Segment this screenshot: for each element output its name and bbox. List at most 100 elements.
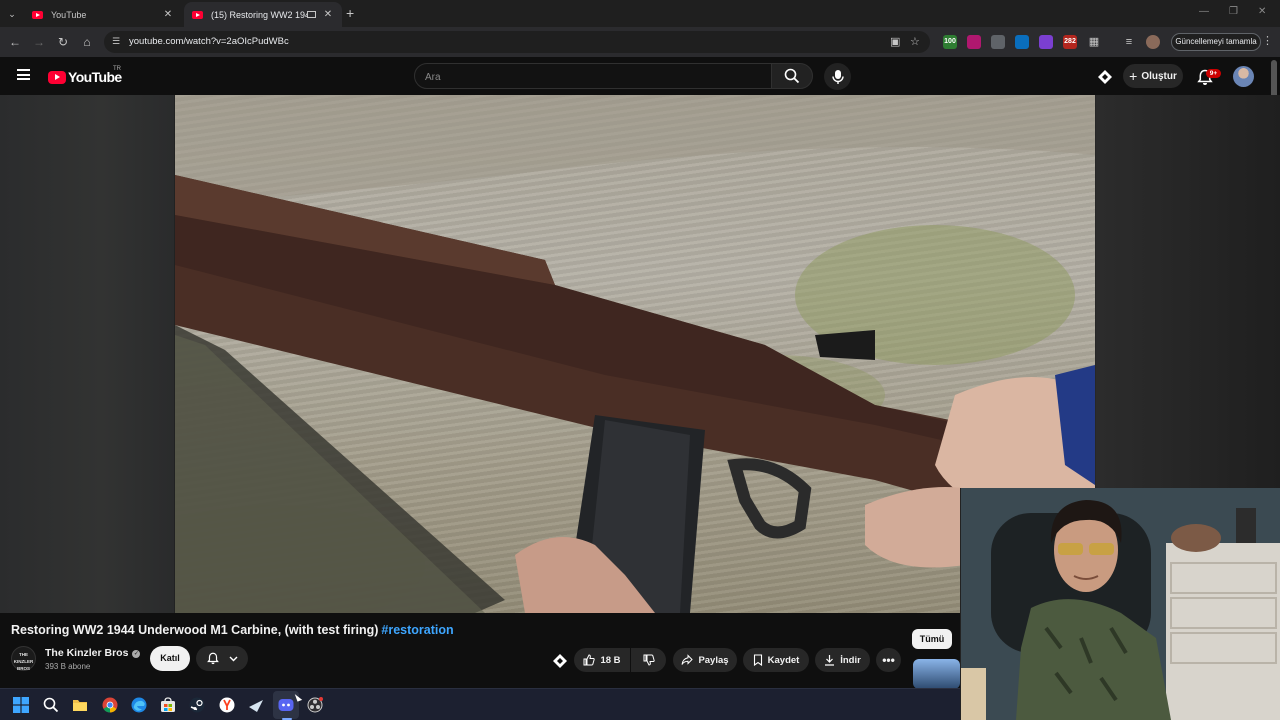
mask-extension-icon[interactable] [991, 35, 1005, 49]
minimize-button[interactable]: — [1199, 6, 1209, 17]
create-label: Oluştur [1141, 70, 1177, 82]
youtube-logo[interactable]: YouTube [48, 69, 122, 85]
like-count: 18 B [600, 654, 621, 666]
channel-name[interactable]: The Kinzler Bros ✓ [45, 647, 141, 659]
download-icon [825, 655, 835, 666]
bookmark-star-icon[interactable]: ☆ [910, 35, 920, 48]
sparkle-ai-icon[interactable] [552, 653, 568, 669]
region-code: TR [113, 66, 121, 72]
search-button[interactable] [771, 63, 813, 89]
tab-title: YouTube [51, 9, 87, 20]
tab-youtube[interactable]: YouTube ✕ [24, 2, 182, 27]
store-icon[interactable] [160, 697, 176, 713]
youtube-masthead: YouTube TR + Oluştur 9+ [0, 57, 1280, 95]
channel-name-text: The Kinzler Bros [45, 647, 129, 659]
plus-icon: + [1129, 68, 1138, 84]
close-icon[interactable]: ✕ [322, 9, 334, 20]
share-arrow-icon [681, 654, 694, 665]
pink-extension-icon[interactable] [967, 35, 981, 49]
save-label: Kaydet [767, 654, 800, 666]
subscription-bell-button[interactable] [196, 646, 248, 671]
save-button[interactable]: Kaydet [743, 648, 809, 672]
video-title: Restoring WW2 1944 Underwood M1 Carbine,… [11, 623, 454, 637]
subscriber-count: 393 B abone [45, 662, 91, 671]
tab-search-button[interactable]: ⌄ [4, 6, 20, 22]
notification-count-badge: 9+ [1206, 69, 1221, 78]
green-badge-icon[interactable]: 100 [943, 35, 957, 49]
chevron-down-icon [229, 656, 238, 662]
update-button[interactable]: Güncellemeyi tamamla [1171, 33, 1261, 51]
tab-current-video[interactable]: (15) Restoring WW2 1944 Underwood M1 Car… [184, 2, 342, 27]
url-text: youtube.com/watch?v=2aOIcPudWBc [129, 36, 289, 47]
reading-list-icon[interactable]: ≡ [1122, 35, 1136, 49]
browser-menu-icon[interactable]: ⋮ [1262, 34, 1273, 47]
media-cast-icon [307, 11, 316, 18]
webcam-feed [961, 488, 1280, 720]
bell-icon [207, 652, 219, 665]
video-frame [175, 95, 1095, 613]
search-icon[interactable] [43, 697, 59, 713]
download-button[interactable]: İndir [815, 648, 870, 672]
hashtag-link[interactable]: #restoration [381, 623, 453, 637]
related-video-thumbnail[interactable] [913, 659, 960, 689]
site-info-icon[interactable]: ☰ [112, 36, 123, 47]
thumbs-down-icon [643, 654, 655, 666]
browser-tab-strip: ⌄ YouTube ✕ (15) Restoring WW2 1944 Unde… [0, 0, 1280, 27]
install-app-icon[interactable]: ▣ [890, 35, 900, 48]
more-actions-button[interactable]: ••• [876, 648, 901, 672]
streamer-webcam-overlay [960, 488, 1280, 720]
voice-search-button[interactable] [824, 63, 851, 90]
steam-icon[interactable] [248, 697, 264, 713]
youtube-play-icon [48, 70, 66, 84]
chrome-icon[interactable] [102, 697, 118, 713]
more-horizontal-icon: ••• [882, 653, 895, 667]
close-icon[interactable]: ✕ [162, 9, 174, 20]
yandex-icon[interactable] [219, 697, 235, 713]
bookmark-icon [753, 654, 762, 666]
cast-sparkle-icon[interactable] [1097, 69, 1113, 85]
steam-icon[interactable] [189, 697, 205, 713]
profile-avatar-icon[interactable] [1146, 35, 1160, 49]
edge-icon[interactable] [131, 697, 147, 713]
reload-button[interactable]: ↻ [54, 33, 72, 51]
home-button[interactable]: ⌂ [78, 33, 96, 51]
windows-taskbar [0, 688, 960, 720]
forward-button[interactable]: → [30, 33, 48, 51]
menu-icon[interactable] [17, 69, 30, 80]
channel-avatar[interactable]: THE KINZLER BROS [11, 646, 36, 671]
discord-icon[interactable] [278, 697, 294, 713]
purple-extension-icon[interactable] [1039, 35, 1053, 49]
search-box [414, 63, 772, 89]
share-button[interactable]: Paylaş [673, 648, 737, 672]
address-bar[interactable]: ☰ youtube.com/watch?v=2aOIcPudWBc ▣ ☆ [104, 31, 930, 53]
dislike-button[interactable] [631, 648, 666, 672]
search-input[interactable] [425, 70, 755, 84]
search-icon [784, 68, 800, 84]
back-button[interactable]: ← [6, 33, 24, 51]
new-tab-button[interactable]: + [346, 5, 354, 21]
verified-check-icon: ✓ [132, 650, 141, 658]
browser-toolbar: ← → ↻ ⌂ ☰ youtube.com/watch?v=2aOIcPudWB… [0, 27, 1280, 57]
like-button[interactable]: 18 B [574, 648, 630, 672]
tab-title: (15) Restoring WW2 1944 Underwood M1 Car… [211, 9, 307, 20]
window-close-button[interactable]: ✕ [1258, 6, 1266, 17]
tamper-extension-icon[interactable] [1015, 35, 1029, 49]
maximize-button[interactable]: ❐ [1229, 6, 1238, 17]
share-label: Paylaş [698, 654, 729, 666]
counter-extension-icon[interactable]: 282 [1063, 35, 1077, 49]
file-explorer-icon[interactable] [72, 697, 88, 713]
video-player[interactable] [175, 95, 1095, 613]
account-avatar[interactable] [1233, 66, 1254, 87]
filter-chip-all[interactable]: Tümü [912, 629, 952, 649]
extensions-puzzle-icon[interactable]: ▦ [1087, 35, 1101, 49]
join-button[interactable]: Katıl [150, 646, 190, 671]
thumbs-up-icon [583, 654, 596, 666]
video-title-text: Restoring WW2 1944 Underwood M1 Carbine,… [11, 623, 379, 637]
obs-icon[interactable] [307, 697, 323, 713]
youtube-favicon-icon [32, 10, 43, 19]
download-label: İndir [840, 654, 861, 666]
microphone-icon [831, 69, 844, 84]
youtube-favicon-icon [192, 10, 203, 19]
windows-start-icon[interactable] [13, 697, 29, 713]
create-button[interactable]: + Oluştur [1123, 64, 1183, 88]
